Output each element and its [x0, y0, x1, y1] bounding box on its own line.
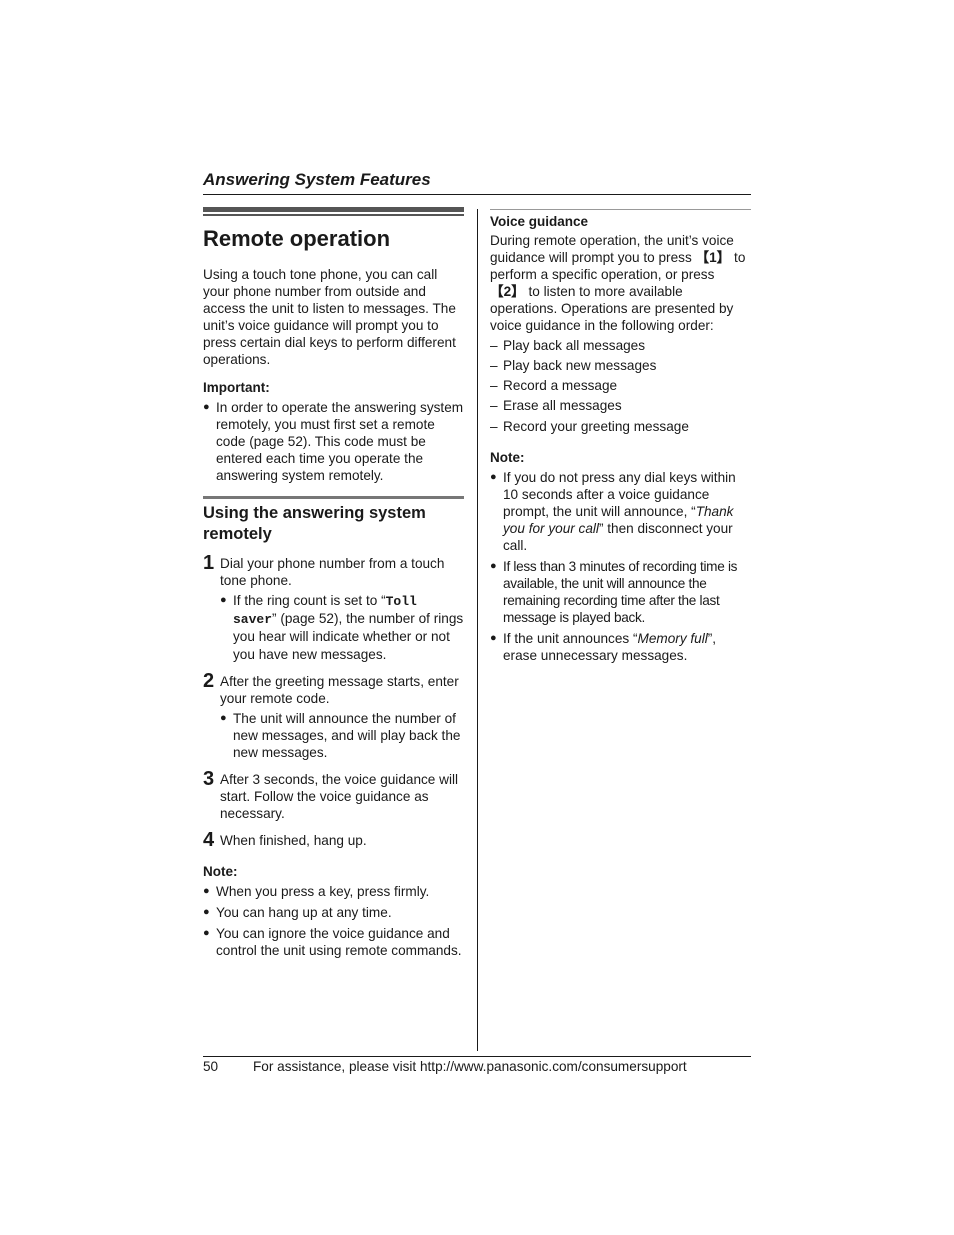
- step-text: After 3 seconds, the voice guidance will…: [220, 772, 459, 822]
- list-item: ● You can hang up at any time.: [203, 905, 392, 921]
- list-item: – Record a message: [490, 378, 618, 394]
- note-list: ● If you do not press any dial keys with…: [490, 469, 751, 664]
- bullet-icon: ●: [490, 631, 497, 644]
- left-column: Remote operation Using a touch tone phon…: [203, 207, 464, 962]
- right-column: Voice guidance During remote operation, …: [490, 209, 751, 667]
- bullet-icon: ●: [220, 711, 227, 724]
- voice-guidance-rule: [490, 209, 751, 210]
- bullet-icon: ●: [490, 470, 497, 483]
- step-text: After the greeting message starts, enter…: [220, 673, 459, 706]
- list-item: – Play back new messages: [490, 357, 657, 373]
- list-item: – Play back all messages: [490, 337, 646, 353]
- list-item: ● If the unit announces “Memory full”, e…: [490, 630, 717, 663]
- page-number: 50: [203, 1059, 219, 1074]
- important-list: ● In order to operate the answering syst…: [203, 399, 464, 484]
- assistance-text: For assistance, please visit http://www.…: [253, 1059, 687, 1074]
- bullet-icon: ●: [490, 559, 497, 572]
- column-divider: [477, 209, 478, 1051]
- dash-icon: –: [490, 357, 498, 373]
- page-title: Remote operation: [203, 226, 391, 251]
- important-label: Important:: [203, 379, 270, 395]
- step-text: Dial your phone number from a touch tone…: [220, 556, 445, 589]
- dash-icon: –: [490, 418, 498, 434]
- section-title: Answering System Features: [203, 170, 431, 189]
- footer-rule: [203, 1056, 751, 1057]
- title-rule-thin: [203, 214, 464, 216]
- list-item: – Erase all messages: [490, 398, 622, 414]
- subheading-rule: [203, 496, 464, 500]
- bullet-icon: ●: [203, 400, 210, 413]
- note-label: Note:: [490, 449, 525, 465]
- dash-icon: –: [490, 378, 498, 394]
- dash-icon: –: [490, 337, 498, 353]
- list-item: ● The unit will announce the number of n…: [220, 710, 461, 760]
- bullet-icon: ●: [203, 885, 210, 898]
- page-header: Answering System Features: [203, 169, 751, 191]
- list-item: ● If the ring count is set to “Toll save…: [220, 593, 464, 662]
- bullet-icon: ●: [203, 926, 210, 939]
- list-item: – Record your greeting message: [490, 418, 689, 434]
- subheading: Using the answering system remotely: [203, 504, 426, 544]
- bullet-icon: ●: [220, 594, 227, 607]
- list-item: ● You can ignore the voice guidance and …: [203, 925, 462, 958]
- header-rule: [203, 194, 751, 195]
- step-number: 2: [203, 669, 215, 692]
- operations-list: – Play back all messages – Play back new m…: [490, 337, 751, 435]
- list-item: ● When you press a key, press firmly.: [203, 884, 430, 900]
- step-number: 4: [203, 829, 215, 852]
- list-item: ● If less than 3 minutes of recording ti…: [490, 558, 738, 626]
- list-item: ● If you do not press any dial keys with…: [490, 469, 736, 554]
- voice-guidance-paragraph: During remote operation, the unit’s voic…: [490, 233, 746, 334]
- step-3: 3 After 3 seconds, the voice guidance wi…: [203, 768, 464, 822]
- list-item: ● In order to operate the answering syst…: [203, 399, 464, 483]
- voice-guidance-heading: Voice guidance: [490, 214, 589, 229]
- dash-icon: –: [490, 398, 498, 414]
- key-1: 【1】: [695, 250, 731, 266]
- step-2: 2 After the greeting message starts, ent…: [203, 669, 464, 761]
- step-number: 3: [203, 768, 215, 791]
- step-number: 1: [203, 552, 215, 575]
- step-1: 1 Dial your phone number from a touch to…: [203, 552, 464, 663]
- key-2: 【2】: [490, 284, 525, 300]
- note-label: Note:: [203, 864, 238, 880]
- title-rule-thick: [203, 207, 464, 212]
- bullet-icon: ●: [203, 906, 210, 919]
- intro-paragraph: Using a touch tone phone, you can call y…: [203, 267, 456, 368]
- step-text: When finished, hang up.: [220, 833, 367, 849]
- step-4: 4 When finished, hang up.: [203, 829, 464, 852]
- note-list: ● When you press a key, press firmly. ● …: [203, 883, 464, 958]
